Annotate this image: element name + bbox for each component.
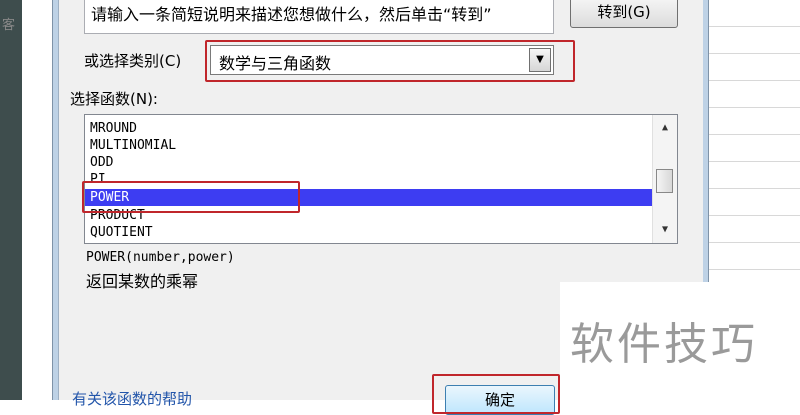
scroll-thumb[interactable] bbox=[656, 169, 673, 193]
function-item-quotient[interactable]: QUOTIENT bbox=[85, 224, 653, 241]
category-label: 或选择类别(C) bbox=[84, 52, 182, 70]
function-list-label: 选择函数(N): bbox=[70, 90, 158, 108]
function-item-mround[interactable]: MROUND bbox=[85, 120, 653, 137]
scroll-down-icon[interactable]: ▼ bbox=[653, 221, 677, 239]
function-item-odd[interactable]: ODD bbox=[85, 154, 653, 171]
function-help-link[interactable]: 有关该函数的帮助 bbox=[72, 388, 192, 409]
background-dark-strip bbox=[0, 0, 22, 400]
function-list-scrollbar[interactable]: ▲ ▼ bbox=[652, 115, 677, 243]
watermark: 软件技巧 bbox=[560, 282, 800, 400]
background-glyph: 客 bbox=[2, 18, 16, 33]
function-syntax: POWER(number,power) bbox=[86, 250, 235, 265]
function-description: 返回某数的乘幂 bbox=[86, 272, 199, 291]
category-highlight-box bbox=[205, 40, 575, 82]
ok-highlight-box bbox=[432, 374, 560, 414]
goto-button[interactable]: 转到(G) bbox=[570, 0, 678, 28]
power-highlight-box bbox=[82, 181, 300, 213]
scroll-up-icon[interactable]: ▲ bbox=[653, 119, 677, 137]
search-function-input[interactable]: 请输入一条简短说明来描述您想做什么，然后单击“转到” bbox=[84, 0, 554, 34]
function-list[interactable]: MROUND MULTINOMIAL ODD PI POWER PRODUCT … bbox=[84, 114, 678, 244]
function-item-multinomial[interactable]: MULTINOMIAL bbox=[85, 137, 653, 154]
watermark-text: 软件技巧 bbox=[570, 319, 758, 370]
